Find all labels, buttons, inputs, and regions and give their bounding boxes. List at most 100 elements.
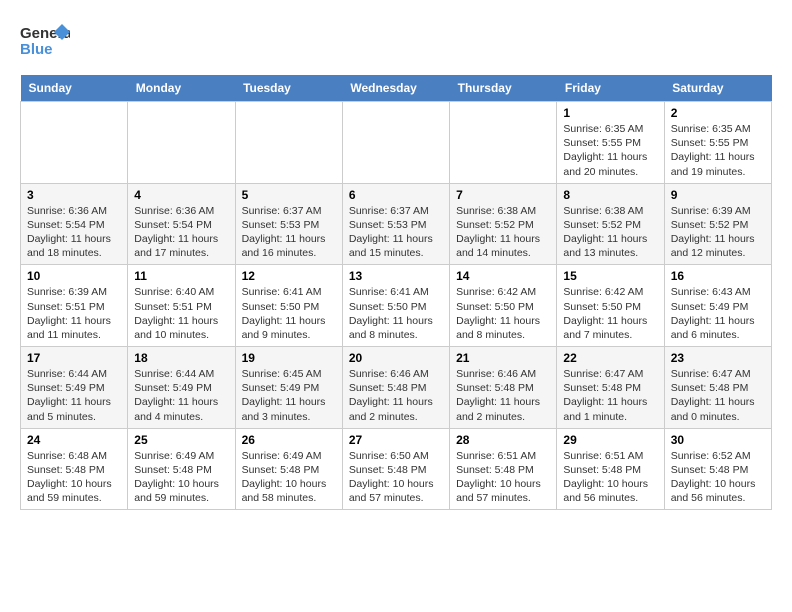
day-number: 14	[456, 269, 550, 283]
day-number: 21	[456, 351, 550, 365]
calendar-cell: 4Sunrise: 6:36 AM Sunset: 5:54 PM Daylig…	[128, 183, 235, 265]
calendar-header-row: SundayMondayTuesdayWednesdayThursdayFrid…	[21, 75, 772, 102]
calendar-cell: 12 Sunrise: 6:41 AM Sunset: 5:50 PM Dayli…	[235, 265, 342, 347]
day-number: 13	[349, 269, 443, 283]
day-info: Sunrise: 6:42 AM Sunset: 5:50 PM Dayligh…	[456, 285, 550, 342]
calendar-cell: 15 Sunrise: 6:42 AM Sunset: 5:50 PM Dayli…	[557, 265, 664, 347]
day-number: 3	[27, 188, 121, 202]
calendar-cell	[342, 102, 449, 184]
calendar-cell: 27 Sunrise: 6:50 AM Sunset: 5:48 PM Dayli…	[342, 428, 449, 510]
day-info: Sunrise: 6:50 AM Sunset: 5:48 PM Dayligh…	[349, 449, 443, 506]
day-info: Sunrise: 6:48 AM Sunset: 5:48 PM Dayligh…	[27, 449, 121, 506]
day-number: 5	[242, 188, 336, 202]
day-number: 7	[456, 188, 550, 202]
calendar-cell: 8 Sunrise: 6:38 AM Sunset: 5:52 PM Daylig…	[557, 183, 664, 265]
calendar-cell: 14 Sunrise: 6:42 AM Sunset: 5:50 PM Dayli…	[450, 265, 557, 347]
calendar-cell: 29 Sunrise: 6:51 AM Sunset: 5:48 PM Dayli…	[557, 428, 664, 510]
day-info: Sunrise: 6:37 AM Sunset: 5:53 PM Dayligh…	[242, 204, 336, 261]
day-info: Sunrise: 6:43 AM Sunset: 5:49 PM Dayligh…	[671, 285, 765, 342]
day-info: Sunrise: 6:49 AM Sunset: 5:48 PM Dayligh…	[134, 449, 228, 506]
day-number: 8	[563, 188, 657, 202]
calendar-cell: 6Sunrise: 6:37 AM Sunset: 5:53 PM Daylig…	[342, 183, 449, 265]
calendar-cell: 21 Sunrise: 6:46 AM Sunset: 5:48 PM Dayli…	[450, 347, 557, 429]
day-number: 17	[27, 351, 121, 365]
day-info: Sunrise: 6:51 AM Sunset: 5:48 PM Dayligh…	[456, 449, 550, 506]
day-number: 22	[563, 351, 657, 365]
page-header: General Blue	[20, 20, 772, 65]
calendar-cell: 1Sunrise: 6:35 AM Sunset: 5:55 PM Daylig…	[557, 102, 664, 184]
day-number: 23	[671, 351, 765, 365]
day-info: Sunrise: 6:38 AM Sunset: 5:52 PM Dayligh…	[456, 204, 550, 261]
calendar-week-row: 24 Sunrise: 6:48 AM Sunset: 5:48 PM Dayli…	[21, 428, 772, 510]
day-info: Sunrise: 6:35 AM Sunset: 5:55 PM Dayligh…	[671, 122, 765, 179]
day-number: 2	[671, 106, 765, 120]
calendar-cell: 19Sunrise: 6:45 AM Sunset: 5:49 PM Dayli…	[235, 347, 342, 429]
day-number: 24	[27, 433, 121, 447]
day-info: Sunrise: 6:36 AM Sunset: 5:54 PM Dayligh…	[27, 204, 121, 261]
day-number: 6	[349, 188, 443, 202]
day-info: Sunrise: 6:39 AM Sunset: 5:52 PM Dayligh…	[671, 204, 765, 261]
day-info: Sunrise: 6:35 AM Sunset: 5:55 PM Dayligh…	[563, 122, 657, 179]
calendar-cell: 26 Sunrise: 6:49 AM Sunset: 5:48 PM Dayli…	[235, 428, 342, 510]
day-number: 27	[349, 433, 443, 447]
calendar-cell: 23 Sunrise: 6:47 AM Sunset: 5:48 PM Dayli…	[664, 347, 771, 429]
calendar-cell: 30 Sunrise: 6:52 AM Sunset: 5:48 PM Dayli…	[664, 428, 771, 510]
calendar-cell: 7 Sunrise: 6:38 AM Sunset: 5:52 PM Daylig…	[450, 183, 557, 265]
day-info: Sunrise: 6:42 AM Sunset: 5:50 PM Dayligh…	[563, 285, 657, 342]
calendar-cell: 11 Sunrise: 6:40 AM Sunset: 5:51 PM Dayli…	[128, 265, 235, 347]
calendar-cell: 28 Sunrise: 6:51 AM Sunset: 5:48 PM Dayli…	[450, 428, 557, 510]
day-info: Sunrise: 6:47 AM Sunset: 5:48 PM Dayligh…	[671, 367, 765, 424]
calendar-week-row: 1Sunrise: 6:35 AM Sunset: 5:55 PM Daylig…	[21, 102, 772, 184]
day-info: Sunrise: 6:49 AM Sunset: 5:48 PM Dayligh…	[242, 449, 336, 506]
day-number: 18	[134, 351, 228, 365]
day-number: 28	[456, 433, 550, 447]
calendar-cell: 5 Sunrise: 6:37 AM Sunset: 5:53 PM Daylig…	[235, 183, 342, 265]
calendar-week-row: 3 Sunrise: 6:36 AM Sunset: 5:54 PM Daylig…	[21, 183, 772, 265]
day-info: Sunrise: 6:41 AM Sunset: 5:50 PM Dayligh…	[242, 285, 336, 342]
day-number: 4	[134, 188, 228, 202]
calendar-cell	[450, 102, 557, 184]
weekday-header: Saturday	[664, 75, 771, 102]
day-info: Sunrise: 6:52 AM Sunset: 5:48 PM Dayligh…	[671, 449, 765, 506]
day-info: Sunrise: 6:51 AM Sunset: 5:48 PM Dayligh…	[563, 449, 657, 506]
day-number: 30	[671, 433, 765, 447]
weekday-header: Sunday	[21, 75, 128, 102]
calendar-cell: 9 Sunrise: 6:39 AM Sunset: 5:52 PM Daylig…	[664, 183, 771, 265]
day-number: 26	[242, 433, 336, 447]
calendar-cell: 2 Sunrise: 6:35 AM Sunset: 5:55 PM Daylig…	[664, 102, 771, 184]
calendar-cell: 3 Sunrise: 6:36 AM Sunset: 5:54 PM Daylig…	[21, 183, 128, 265]
day-number: 19	[242, 351, 336, 365]
day-number: 25	[134, 433, 228, 447]
day-number: 12	[242, 269, 336, 283]
calendar-week-row: 17 Sunrise: 6:44 AM Sunset: 5:49 PM Dayli…	[21, 347, 772, 429]
day-info: Sunrise: 6:44 AM Sunset: 5:49 PM Dayligh…	[27, 367, 121, 424]
calendar-cell: 22 Sunrise: 6:47 AM Sunset: 5:48 PM Dayli…	[557, 347, 664, 429]
day-number: 11	[134, 269, 228, 283]
calendar-cell: 13 Sunrise: 6:41 AM Sunset: 5:50 PM Dayli…	[342, 265, 449, 347]
logo-svg: General Blue	[20, 20, 70, 65]
calendar-cell: 20 Sunrise: 6:46 AM Sunset: 5:48 PM Dayli…	[342, 347, 449, 429]
weekday-header: Monday	[128, 75, 235, 102]
day-number: 15	[563, 269, 657, 283]
calendar-cell	[235, 102, 342, 184]
day-number: 10	[27, 269, 121, 283]
day-info: Sunrise: 6:46 AM Sunset: 5:48 PM Dayligh…	[349, 367, 443, 424]
day-info: Sunrise: 6:38 AM Sunset: 5:52 PM Dayligh…	[563, 204, 657, 261]
weekday-header: Wednesday	[342, 75, 449, 102]
day-info: Sunrise: 6:39 AM Sunset: 5:51 PM Dayligh…	[27, 285, 121, 342]
day-info: Sunrise: 6:46 AM Sunset: 5:48 PM Dayligh…	[456, 367, 550, 424]
weekday-header: Tuesday	[235, 75, 342, 102]
calendar-cell	[128, 102, 235, 184]
day-number: 16	[671, 269, 765, 283]
calendar-cell: 24 Sunrise: 6:48 AM Sunset: 5:48 PM Dayli…	[21, 428, 128, 510]
weekday-header: Friday	[557, 75, 664, 102]
calendar-cell: 16 Sunrise: 6:43 AM Sunset: 5:49 PM Dayli…	[664, 265, 771, 347]
day-number: 20	[349, 351, 443, 365]
day-info: Sunrise: 6:40 AM Sunset: 5:51 PM Dayligh…	[134, 285, 228, 342]
day-info: Sunrise: 6:41 AM Sunset: 5:50 PM Dayligh…	[349, 285, 443, 342]
day-number: 29	[563, 433, 657, 447]
day-info: Sunrise: 6:47 AM Sunset: 5:48 PM Dayligh…	[563, 367, 657, 424]
day-number: 9	[671, 188, 765, 202]
day-info: Sunrise: 6:44 AM Sunset: 5:49 PM Dayligh…	[134, 367, 228, 424]
calendar-cell	[21, 102, 128, 184]
